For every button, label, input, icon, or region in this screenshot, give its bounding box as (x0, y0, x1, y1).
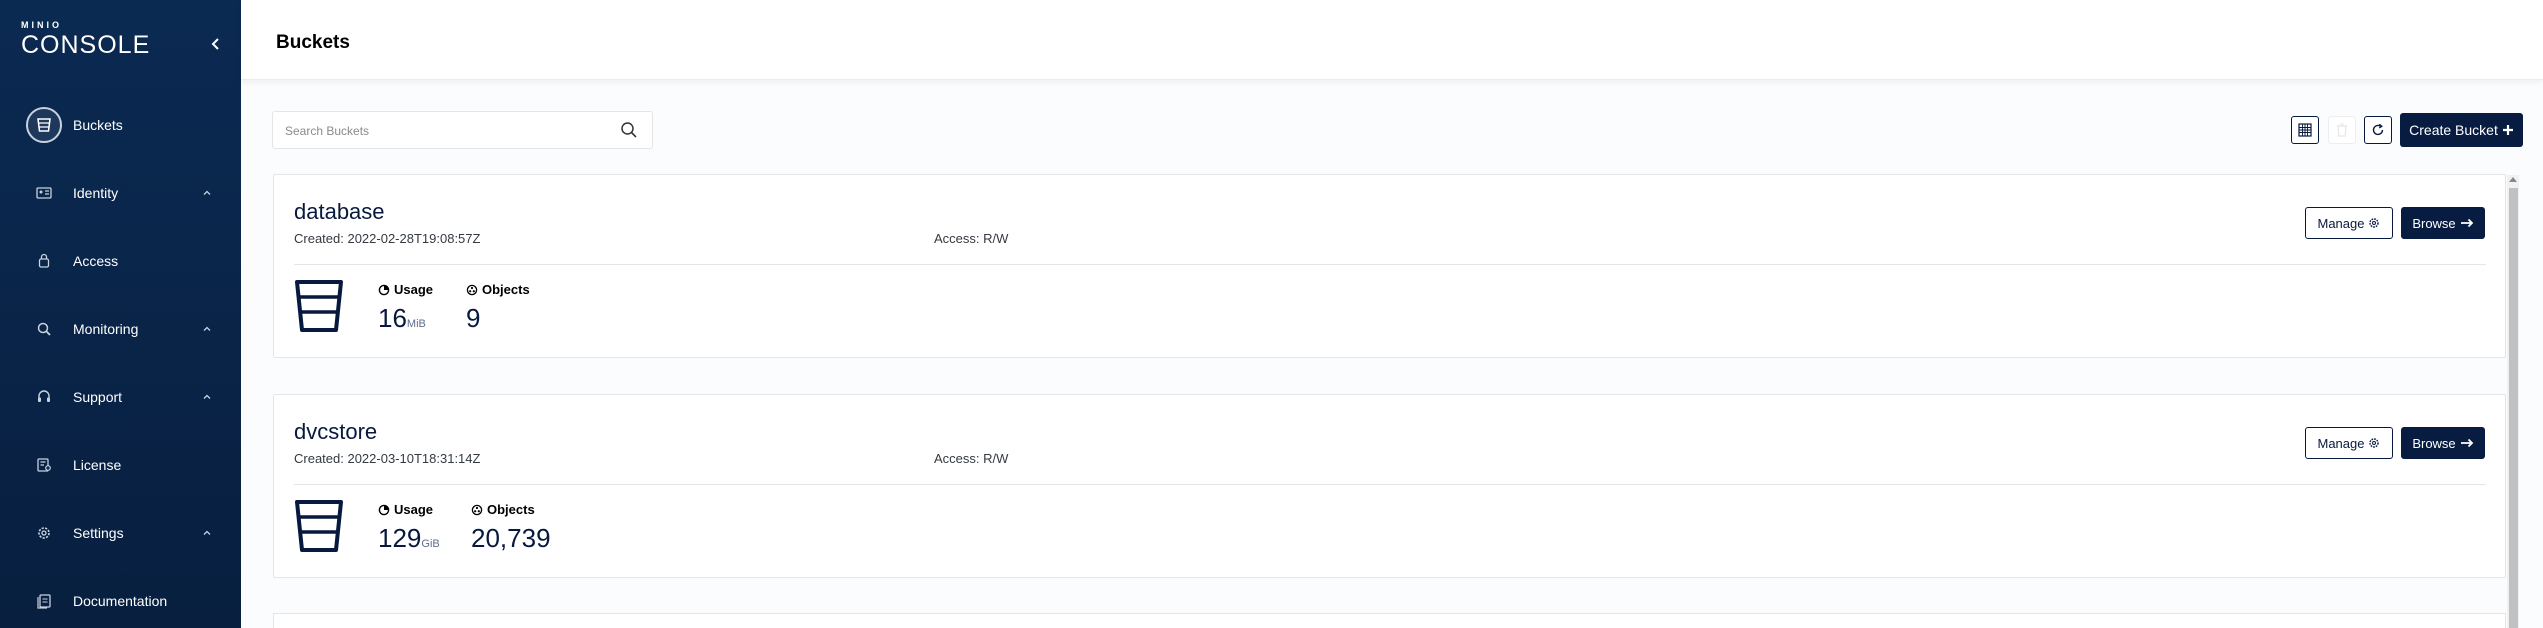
bucket-access: Access: R/W (934, 451, 1009, 466)
usage-unit: MiB (406, 318, 426, 330)
chevron-up-icon (203, 530, 211, 535)
manage-label: Manage (2317, 215, 2365, 231)
gear-icon (2369, 218, 2380, 228)
search-icon[interactable] (619, 120, 639, 140)
page-title: Buckets (276, 32, 350, 53)
logo-main-text: CONSOLE (21, 31, 151, 59)
trash-icon (2337, 123, 2347, 137)
license-icon (26, 447, 62, 483)
chevron-up-icon (203, 190, 211, 195)
sidebar-item-support[interactable]: Support (0, 372, 241, 422)
bucket-name[interactable]: database (294, 199, 385, 225)
create-bucket-label: Create Bucket (2409, 122, 2498, 138)
usage-stat: Usage 129GiB (378, 502, 440, 554)
bucket-access: Access: R/W (934, 231, 1009, 246)
bucket-created: Created: 2022-02-28T19:08:57Z (294, 231, 481, 246)
sidebar-item-label: License (73, 457, 122, 473)
refresh-button[interactable] (2364, 116, 2392, 144)
objects-value: 9 (466, 303, 481, 333)
bucket-name[interactable]: dvcstore (294, 419, 377, 445)
sidebar-item-label: Documentation (73, 593, 168, 609)
chevron-up-icon (203, 326, 211, 331)
usage-value: 16 (378, 303, 407, 333)
sidebar: MINIO CONSOLE Buckets Identity Access Mo… (0, 0, 241, 628)
manage-button[interactable]: Manage (2305, 427, 2393, 459)
bucket-card: dvcstore Created: 2022-03-10T18:31:14Z A… (273, 394, 2506, 578)
sidebar-item-label: Identity (73, 185, 119, 201)
sidebar-item-identity[interactable]: Identity (0, 168, 241, 218)
grid-select-icon (2298, 123, 2312, 137)
arrow-right-icon (2460, 218, 2473, 228)
usage-label: Usage (394, 502, 434, 517)
objects-icon (471, 504, 483, 515)
sidebar-item-label: Buckets (73, 117, 123, 133)
objects-label: Objects (487, 502, 535, 517)
magnifier-icon (26, 311, 62, 347)
bucket-icon (26, 107, 62, 143)
sidebar-item-label: Access (73, 253, 119, 269)
collapse-sidebar-button[interactable] (206, 34, 226, 54)
bucket-icon (295, 500, 343, 552)
scroll-up-arrow-icon[interactable] (2509, 177, 2517, 182)
sidebar-item-label: Support (73, 389, 123, 405)
select-multiple-button[interactable] (2291, 116, 2319, 144)
bucket-created: Created: 2022-03-10T18:31:14Z (294, 451, 481, 466)
sidebar-item-monitoring[interactable]: Monitoring (0, 304, 241, 354)
objects-stat: Objects 20,739 (471, 502, 551, 554)
sidebar-item-label: Monitoring (73, 321, 139, 337)
browse-label: Browse (2412, 215, 2456, 231)
sidebar-item-license[interactable]: License (0, 440, 241, 490)
objects-value: 20,739 (471, 523, 551, 553)
objects-label: Objects (482, 282, 530, 297)
search-box (272, 111, 653, 149)
pie-chart-icon (378, 284, 390, 295)
browse-button[interactable]: Browse (2401, 427, 2485, 459)
bucket-card-partial (273, 613, 2506, 628)
usage-unit: GiB (421, 538, 440, 550)
id-card-icon (26, 175, 62, 211)
arrow-right-icon (2460, 438, 2473, 448)
card-divider (294, 264, 2486, 265)
document-icon (26, 583, 62, 619)
page-header: Buckets (241, 0, 2543, 80)
sidebar-item-settings[interactable]: Settings (0, 508, 241, 558)
delete-selected-button[interactable] (2328, 116, 2356, 144)
sidebar-item-label: Settings (73, 525, 124, 541)
plus-icon (2502, 125, 2513, 135)
objects-icon (466, 284, 478, 295)
lock-icon (26, 243, 62, 279)
sidebar-item-access[interactable]: Access (0, 236, 241, 286)
refresh-icon (2372, 123, 2384, 136)
create-bucket-button[interactable]: Create Bucket (2400, 113, 2523, 147)
bucket-icon (295, 280, 343, 332)
sidebar-item-buckets[interactable]: Buckets (0, 100, 241, 150)
gear-icon (26, 515, 62, 551)
bucket-card: database Created: 2022-02-28T19:08:57Z A… (273, 174, 2506, 358)
usage-value: 129 (378, 523, 422, 553)
manage-label: Manage (2317, 435, 2365, 451)
manage-button[interactable]: Manage (2305, 207, 2393, 239)
scrollbar-thumb[interactable] (2509, 188, 2518, 628)
chevron-up-icon (203, 394, 211, 399)
objects-stat: Objects 9 (466, 282, 530, 334)
search-input[interactable] (285, 121, 605, 141)
pie-chart-icon (378, 504, 390, 515)
app-logo[interactable]: MINIO CONSOLE (21, 20, 150, 59)
browse-label: Browse (2412, 435, 2456, 451)
usage-stat: Usage 16MiB (378, 282, 433, 334)
headset-icon (26, 379, 62, 415)
logo-small-text: MINIO (21, 20, 62, 30)
browse-button[interactable]: Browse (2401, 207, 2485, 239)
card-divider (294, 484, 2486, 485)
chevron-left-icon (211, 38, 219, 50)
usage-label: Usage (394, 282, 434, 297)
gear-icon (2369, 438, 2380, 448)
sidebar-item-documentation[interactable]: Documentation (0, 576, 241, 626)
